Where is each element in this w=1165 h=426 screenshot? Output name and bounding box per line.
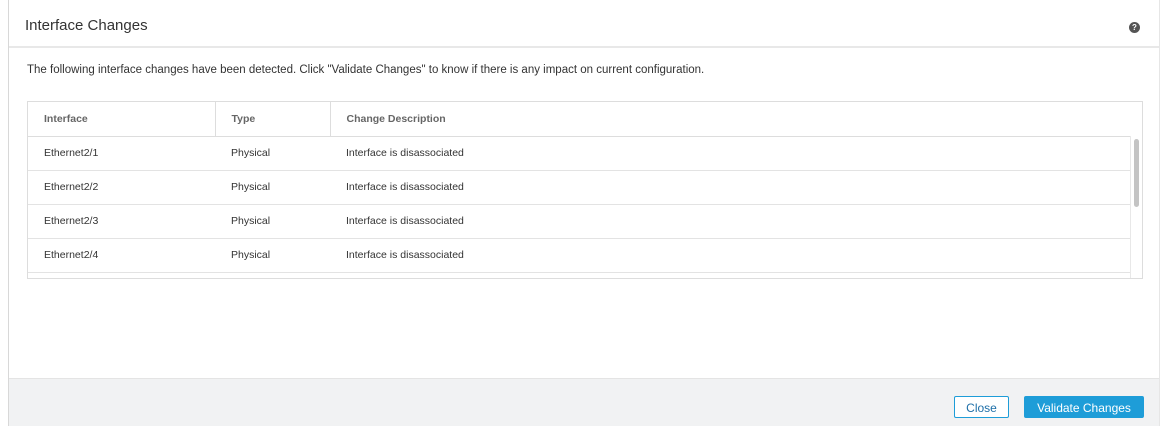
table-row[interactable]: Ethernet2/4 Physical Interface is disass… xyxy=(28,238,1130,273)
interface-changes-dialog: Interface Changes ? The following interf… xyxy=(8,0,1160,426)
column-header-interface[interactable]: Interface xyxy=(28,102,216,137)
cell-interface: Ethernet2/1 xyxy=(28,136,215,171)
cell-interface: Ethernet2/4 xyxy=(28,238,215,273)
cell-type: Physical xyxy=(215,238,330,273)
dialog-header: Interface Changes ? xyxy=(9,0,1159,48)
cell-interface: Ethernet2/2 xyxy=(28,170,215,205)
table-header-row: Interface Type Change Description xyxy=(28,102,1130,137)
cell-change-description: Interface is disassociated xyxy=(330,136,1130,171)
table-row[interactable]: Ethernet2/3 Physical Interface is disass… xyxy=(28,204,1130,239)
column-header-change-description[interactable]: Change Description xyxy=(330,102,1130,137)
intro-text: The following interface changes have bee… xyxy=(27,64,705,76)
question-circle-icon[interactable]: ? xyxy=(1129,22,1140,33)
cell-type: Physical xyxy=(215,204,330,239)
table-scrollbar[interactable] xyxy=(1130,136,1142,278)
cell-change-description: Interface is disassociated xyxy=(330,170,1130,205)
cell-interface: Ethernet2/3 xyxy=(28,204,215,239)
close-button[interactable]: Close xyxy=(954,396,1009,418)
cell-change-description: Interface is disassociated xyxy=(330,204,1130,239)
table-row[interactable]: Ethernet2/1 Physical Interface is disass… xyxy=(28,136,1130,171)
cell-type: Physical xyxy=(215,136,330,171)
scrollbar-thumb[interactable] xyxy=(1134,139,1139,207)
validate-changes-button[interactable]: Validate Changes xyxy=(1024,396,1144,418)
dialog-footer: Close Validate Changes xyxy=(9,378,1159,426)
cell-type: Physical xyxy=(215,170,330,205)
cell-change-description: Interface is disassociated xyxy=(330,238,1130,273)
interface-changes-table: Interface Type Change Description Ethern… xyxy=(27,101,1143,279)
dialog-title: Interface Changes xyxy=(25,17,148,34)
column-header-type[interactable]: Type xyxy=(215,102,331,137)
table-row[interactable]: Ethernet2/2 Physical Interface is disass… xyxy=(28,170,1130,205)
